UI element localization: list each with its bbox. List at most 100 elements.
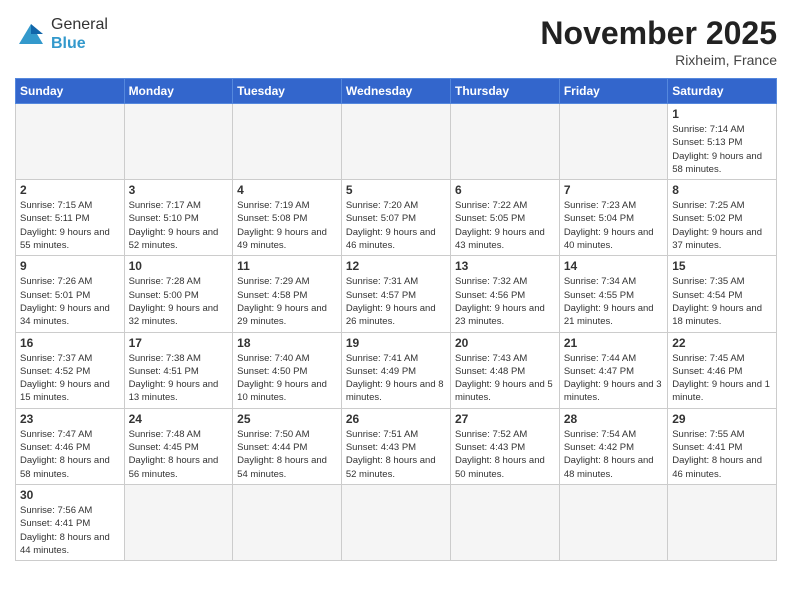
day-cell: 11Sunrise: 7:29 AMSunset: 4:58 PMDayligh… bbox=[233, 256, 342, 332]
day-cell: 6Sunrise: 7:22 AMSunset: 5:05 PMDaylight… bbox=[450, 180, 559, 256]
day-cell: 18 Sunrise: 7:40 AMSunset: 4:50 PMDayligh… bbox=[233, 332, 342, 408]
calendar-page: General Blue November 2025 Rixheim, Fran… bbox=[0, 0, 792, 612]
calendar-table: Sunday Monday Tuesday Wednesday Thursday… bbox=[15, 78, 777, 561]
day-number: 8 bbox=[672, 183, 772, 197]
day-info: Sunrise: 7:43 AMSunset: 4:48 PMDaylight:… bbox=[455, 352, 555, 405]
day-cell: 28Sunrise: 7:54 AMSunset: 4:42 PMDayligh… bbox=[559, 408, 667, 484]
day-number: 7 bbox=[564, 183, 663, 197]
day-cell: 9Sunrise: 7:26 AMSunset: 5:01 PMDaylight… bbox=[16, 256, 125, 332]
day-number: 24 bbox=[129, 412, 229, 426]
header-row: Sunday Monday Tuesday Wednesday Thursday… bbox=[16, 79, 777, 104]
day-cell: 2Sunrise: 7:15 AMSunset: 5:11 PMDaylight… bbox=[16, 180, 125, 256]
day-cell: 3 Sunrise: 7:17 AMSunset: 5:10 PMDaylight… bbox=[124, 180, 233, 256]
day-cell: 25 Sunrise: 7:50 AMSunset: 4:44 PMDayligh… bbox=[233, 408, 342, 484]
col-thursday: Thursday bbox=[450, 79, 559, 104]
title-block: November 2025 Rixheim, France bbox=[540, 15, 777, 68]
day-info: Sunrise: 7:41 AMSunset: 4:49 PMDaylight:… bbox=[346, 352, 446, 405]
day-cell bbox=[559, 104, 667, 180]
day-number: 10 bbox=[129, 259, 229, 273]
day-cell bbox=[559, 484, 667, 560]
day-cell: 30 Sunrise: 7:56 AMSunset: 4:41 PMDayligh… bbox=[16, 484, 125, 560]
day-cell bbox=[16, 104, 125, 180]
day-info: Sunrise: 7:45 AMSunset: 4:46 PMDaylight:… bbox=[672, 352, 772, 405]
day-info: Sunrise: 7:38 AMSunset: 4:51 PMDaylight:… bbox=[129, 352, 229, 405]
day-cell: 13Sunrise: 7:32 AMSunset: 4:56 PMDayligh… bbox=[450, 256, 559, 332]
day-number: 14 bbox=[564, 259, 663, 273]
day-info: Sunrise: 7:51 AMSunset: 4:43 PMDaylight:… bbox=[346, 428, 446, 481]
day-number: 18 bbox=[237, 336, 337, 350]
day-number: 15 bbox=[672, 259, 772, 273]
day-info: Sunrise: 7:56 AMSunset: 4:41 PMDaylight:… bbox=[20, 504, 120, 557]
day-number: 1 bbox=[672, 107, 772, 121]
day-cell: 22 Sunrise: 7:45 AMSunset: 4:46 PMDayligh… bbox=[668, 332, 777, 408]
day-cell bbox=[450, 104, 559, 180]
day-number: 5 bbox=[346, 183, 446, 197]
day-number: 28 bbox=[564, 412, 663, 426]
week-row-2: 9Sunrise: 7:26 AMSunset: 5:01 PMDaylight… bbox=[16, 256, 777, 332]
day-cell: 29 Sunrise: 7:55 AMSunset: 4:41 PMDayligh… bbox=[668, 408, 777, 484]
col-sunday: Sunday bbox=[16, 79, 125, 104]
col-friday: Friday bbox=[559, 79, 667, 104]
day-info: Sunrise: 7:31 AMSunset: 4:57 PMDaylight:… bbox=[346, 275, 446, 328]
day-info: Sunrise: 7:23 AMSunset: 5:04 PMDaylight:… bbox=[564, 199, 663, 252]
day-cell bbox=[341, 104, 450, 180]
day-number: 21 bbox=[564, 336, 663, 350]
day-cell bbox=[124, 484, 233, 560]
logo: General Blue bbox=[15, 15, 108, 53]
day-cell: 4Sunrise: 7:19 AMSunset: 5:08 PMDaylight… bbox=[233, 180, 342, 256]
day-cell bbox=[233, 104, 342, 180]
day-number: 16 bbox=[20, 336, 120, 350]
day-cell: 10 Sunrise: 7:28 AMSunset: 5:00 PMDayligh… bbox=[124, 256, 233, 332]
day-number: 25 bbox=[237, 412, 337, 426]
day-info: Sunrise: 7:50 AMSunset: 4:44 PMDaylight:… bbox=[237, 428, 337, 481]
day-number: 12 bbox=[346, 259, 446, 273]
day-number: 17 bbox=[129, 336, 229, 350]
day-info: Sunrise: 7:32 AMSunset: 4:56 PMDaylight:… bbox=[455, 275, 555, 328]
day-number: 19 bbox=[346, 336, 446, 350]
day-number: 2 bbox=[20, 183, 120, 197]
day-info: Sunrise: 7:40 AMSunset: 4:50 PMDaylight:… bbox=[237, 352, 337, 405]
day-cell: 16 Sunrise: 7:37 AMSunset: 4:52 PMDayligh… bbox=[16, 332, 125, 408]
week-row-4: 23Sunrise: 7:47 AMSunset: 4:46 PMDayligh… bbox=[16, 408, 777, 484]
day-number: 23 bbox=[20, 412, 120, 426]
col-monday: Monday bbox=[124, 79, 233, 104]
day-number: 20 bbox=[455, 336, 555, 350]
day-info: Sunrise: 7:17 AMSunset: 5:10 PMDaylight:… bbox=[129, 199, 229, 252]
day-cell: 19 Sunrise: 7:41 AMSunset: 4:49 PMDayligh… bbox=[341, 332, 450, 408]
day-info: Sunrise: 7:44 AMSunset: 4:47 PMDaylight:… bbox=[564, 352, 663, 405]
day-number: 11 bbox=[237, 259, 337, 273]
col-wednesday: Wednesday bbox=[341, 79, 450, 104]
day-cell bbox=[341, 484, 450, 560]
day-info: Sunrise: 7:26 AMSunset: 5:01 PMDaylight:… bbox=[20, 275, 120, 328]
day-info: Sunrise: 7:48 AMSunset: 4:45 PMDaylight:… bbox=[129, 428, 229, 481]
day-number: 4 bbox=[237, 183, 337, 197]
day-number: 3 bbox=[129, 183, 229, 197]
logo-text: General Blue bbox=[51, 15, 108, 53]
day-cell: 23Sunrise: 7:47 AMSunset: 4:46 PMDayligh… bbox=[16, 408, 125, 484]
week-row-5: 30 Sunrise: 7:56 AMSunset: 4:41 PMDayligh… bbox=[16, 484, 777, 560]
day-cell bbox=[233, 484, 342, 560]
logo-icon bbox=[15, 20, 47, 48]
day-cell: 27Sunrise: 7:52 AMSunset: 4:43 PMDayligh… bbox=[450, 408, 559, 484]
col-tuesday: Tuesday bbox=[233, 79, 342, 104]
week-row-3: 16 Sunrise: 7:37 AMSunset: 4:52 PMDayligh… bbox=[16, 332, 777, 408]
day-info: Sunrise: 7:25 AMSunset: 5:02 PMDaylight:… bbox=[672, 199, 772, 252]
day-number: 22 bbox=[672, 336, 772, 350]
day-info: Sunrise: 7:55 AMSunset: 4:41 PMDaylight:… bbox=[672, 428, 772, 481]
day-cell: 17 Sunrise: 7:38 AMSunset: 4:51 PMDayligh… bbox=[124, 332, 233, 408]
day-info: Sunrise: 7:28 AMSunset: 5:00 PMDaylight:… bbox=[129, 275, 229, 328]
day-cell: 15Sunrise: 7:35 AMSunset: 4:54 PMDayligh… bbox=[668, 256, 777, 332]
day-cell: 5Sunrise: 7:20 AMSunset: 5:07 PMDaylight… bbox=[341, 180, 450, 256]
day-cell: 7 Sunrise: 7:23 AMSunset: 5:04 PMDaylight… bbox=[559, 180, 667, 256]
day-number: 30 bbox=[20, 488, 120, 502]
day-info: Sunrise: 7:52 AMSunset: 4:43 PMDaylight:… bbox=[455, 428, 555, 481]
month-title: November 2025 bbox=[540, 15, 777, 52]
day-number: 29 bbox=[672, 412, 772, 426]
day-info: Sunrise: 7:14 AMSunset: 5:13 PMDaylight:… bbox=[672, 123, 772, 176]
day-cell: 1 Sunrise: 7:14 AMSunset: 5:13 PMDaylight… bbox=[668, 104, 777, 180]
day-cell bbox=[124, 104, 233, 180]
location: Rixheim, France bbox=[540, 52, 777, 68]
day-cell: 8 Sunrise: 7:25 AMSunset: 5:02 PMDaylight… bbox=[668, 180, 777, 256]
day-cell: 26Sunrise: 7:51 AMSunset: 4:43 PMDayligh… bbox=[341, 408, 450, 484]
day-info: Sunrise: 7:37 AMSunset: 4:52 PMDaylight:… bbox=[20, 352, 120, 405]
